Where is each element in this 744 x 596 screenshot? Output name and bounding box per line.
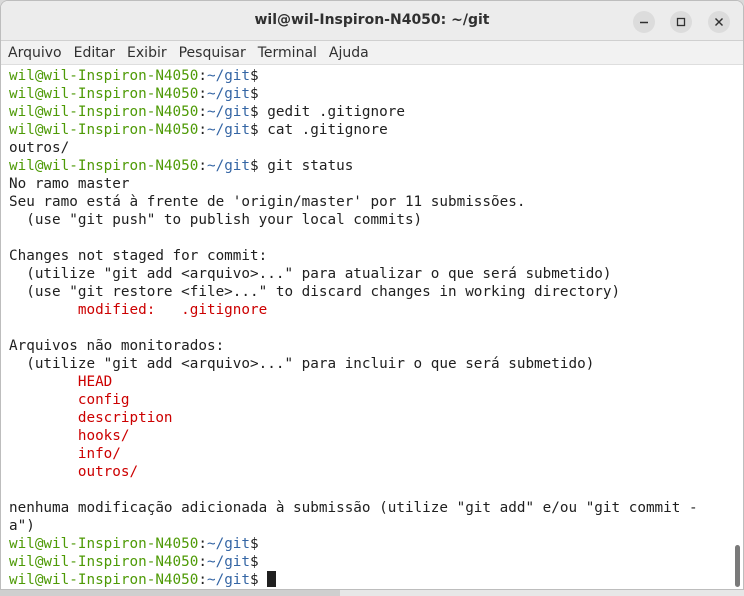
output-line: (utilize "git add <arquivo>..." para atu…	[9, 266, 612, 282]
prompt-user: wil@wil-Inspiron-N4050	[9, 158, 199, 174]
prompt-path: ~/git	[206, 68, 251, 84]
prompt-line: wil@wil-Inspiron-N4050:~/git$	[9, 67, 698, 85]
prompt-path: ~/git	[206, 122, 251, 138]
prompt-path: ~/git	[206, 104, 251, 120]
prompt-user: wil@wil-Inspiron-N4050	[9, 536, 199, 552]
prompt-line: wil@wil-Inspiron-N4050:~/git$ gedit .git…	[9, 103, 698, 121]
title-bar[interactable]: wil@wil-Inspiron-N4050: ~/git	[1, 1, 743, 41]
window-title: wil@wil-Inspiron-N4050: ~/git	[254, 12, 490, 28]
desktop-strip	[0, 590, 744, 596]
prompt-separator: :	[198, 554, 207, 570]
menu-arquivo[interactable]: Arquivo	[1, 41, 67, 61]
terminal-lines: wil@wil-Inspiron-N4050:~/git$ wil@wil-Ins…	[9, 67, 698, 589]
prompt-line: wil@wil-Inspiron-N4050:~/git$	[9, 535, 698, 553]
text-cursor	[267, 571, 277, 587]
status-file-line: HEAD	[9, 374, 113, 390]
output-line: No ramo master	[9, 176, 130, 192]
prompt-separator: :	[198, 122, 207, 138]
prompt-symbol: $	[250, 86, 259, 102]
prompt-separator: :	[198, 68, 207, 84]
output-line: outros/	[9, 140, 70, 156]
terminal-window: wil@wil-Inspiron-N4050: ~/git Arquivo Edi…	[0, 0, 744, 590]
minimize-icon	[640, 21, 648, 24]
scrollbar[interactable]	[731, 65, 743, 589]
prompt-separator: :	[198, 86, 207, 102]
prompt-line: wil@wil-Inspiron-N4050:~/git$	[9, 553, 698, 571]
output-line: (use "git restore <file>..." to discard …	[9, 284, 621, 300]
menu-pesquisar[interactable]: Pesquisar	[172, 41, 251, 61]
prompt-symbol: $	[250, 104, 259, 120]
output-line: a")	[9, 518, 35, 534]
prompt-path: ~/git	[206, 572, 251, 588]
prompt-symbol: $	[250, 554, 259, 570]
output-line: Arquivos não monitorados:	[9, 338, 225, 354]
menu-exibir[interactable]: Exibir	[120, 41, 172, 61]
output-line: Seu ramo está à frente de 'origin/master…	[9, 194, 526, 210]
menu-editar[interactable]: Editar	[67, 41, 120, 61]
terminal-output[interactable]: wil@wil-Inspiron-N4050:~/git$ wil@wil-Ins…	[1, 65, 731, 589]
menu-terminal[interactable]: Terminal	[251, 41, 322, 61]
command-text: gedit .gitignore	[258, 104, 405, 120]
status-file-line: config	[9, 392, 130, 408]
maximize-button[interactable]	[670, 11, 692, 33]
output-line: (utilize "git add <arquivo>..." para inc…	[9, 356, 595, 372]
prompt-user: wil@wil-Inspiron-N4050	[9, 122, 199, 138]
prompt-path: ~/git	[206, 86, 251, 102]
prompt-path: ~/git	[206, 554, 251, 570]
prompt-symbol: $	[250, 572, 259, 588]
prompt-line: wil@wil-Inspiron-N4050:~/git$	[9, 571, 698, 589]
status-file-line: description	[9, 410, 173, 426]
prompt-symbol: $	[250, 68, 259, 84]
taskbar-segment	[340, 590, 744, 596]
status-file-line: outros/	[9, 464, 139, 480]
close-icon	[715, 18, 723, 26]
prompt-user: wil@wil-Inspiron-N4050	[9, 554, 199, 570]
prompt-symbol: $	[250, 122, 259, 138]
prompt-user: wil@wil-Inspiron-N4050	[9, 104, 199, 120]
prompt-separator: :	[198, 536, 207, 552]
status-file-line: hooks/	[9, 428, 130, 444]
prompt-line: wil@wil-Inspiron-N4050:~/git$	[9, 85, 698, 103]
prompt-user: wil@wil-Inspiron-N4050	[9, 572, 199, 588]
prompt-line: wil@wil-Inspiron-N4050:~/git$ cat .gitig…	[9, 121, 698, 139]
minimize-button[interactable]	[633, 11, 655, 33]
prompt-separator: :	[198, 104, 207, 120]
prompt-symbol: $	[250, 158, 259, 174]
prompt-separator: :	[198, 572, 207, 588]
status-file-line: info/	[9, 446, 121, 462]
output-line: nenhuma modificação adicionada à submiss…	[9, 500, 698, 516]
status-file-line: modified: .gitignore	[9, 302, 268, 318]
prompt-user: wil@wil-Inspiron-N4050	[9, 68, 199, 84]
menu-ajuda[interactable]: Ajuda	[322, 41, 374, 61]
output-line: Changes not staged for commit:	[9, 248, 268, 264]
menu-bar: Arquivo Editar Exibir Pesquisar Terminal Ajud…	[1, 41, 743, 65]
prompt-symbol: $	[250, 536, 259, 552]
close-button[interactable]	[708, 11, 730, 33]
scrollbar-thumb[interactable]	[735, 545, 740, 587]
prompt-line: wil@wil-Inspiron-N4050:~/git$ git status	[9, 157, 698, 175]
command-text: cat .gitignore	[258, 122, 388, 138]
command-text: git status	[258, 158, 354, 174]
prompt-separator: :	[198, 158, 207, 174]
command-text	[259, 572, 268, 588]
maximize-icon	[676, 17, 686, 27]
output-line: (use "git push" to publish your local co…	[9, 212, 423, 228]
prompt-user: wil@wil-Inspiron-N4050	[9, 86, 199, 102]
prompt-path: ~/git	[206, 536, 251, 552]
prompt-path: ~/git	[206, 158, 251, 174]
